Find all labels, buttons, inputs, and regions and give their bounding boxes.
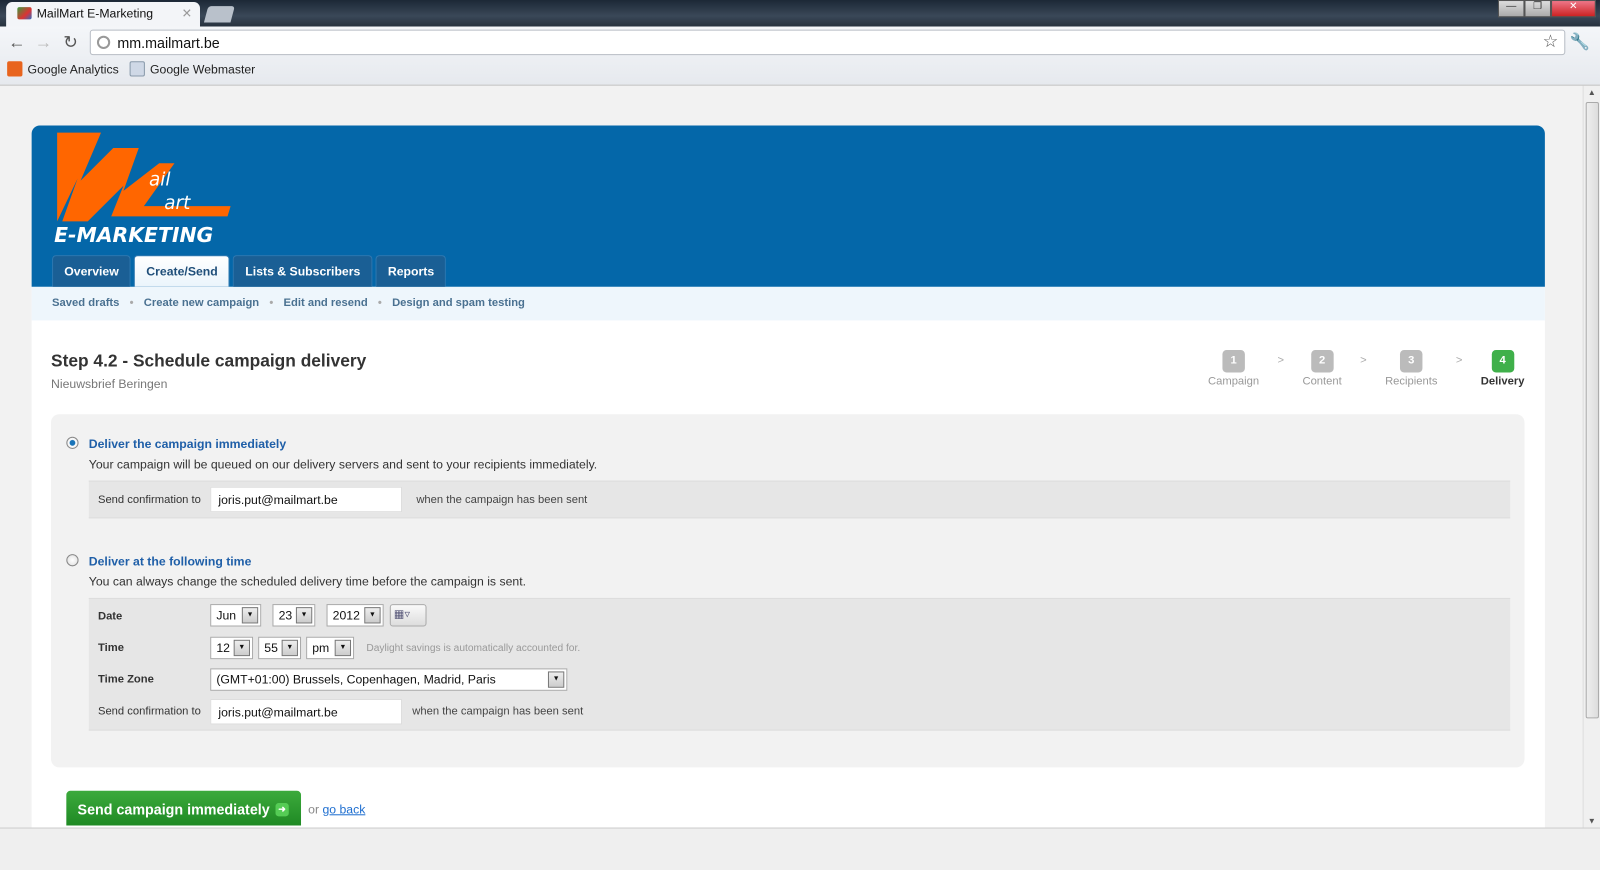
step-arrow: >: [1360, 354, 1367, 367]
tab-overview[interactable]: Overview: [52, 255, 131, 287]
svg-text:E-MARKETING: E-MARKETING: [54, 223, 213, 247]
step-recipients[interactable]: 3 Recipients: [1385, 349, 1437, 388]
subnav-create-new-campaign[interactable]: Create new campaign: [144, 297, 259, 320]
favicon-icon: [17, 7, 32, 20]
deliver-immediately-desc: Your campaign will be queued on our deli…: [88, 457, 598, 472]
subnav-saved-drafts[interactable]: Saved drafts: [52, 297, 119, 320]
subnav-edit-and-resend[interactable]: Edit and resend: [284, 297, 368, 320]
day-select[interactable]: 23 ▼: [272, 604, 316, 627]
main-card: ail art E-MARKETING Overview Create/Send…: [31, 125, 1545, 828]
chevron-down-icon: ▼: [233, 639, 250, 657]
month-select[interactable]: Jun ▼: [210, 604, 262, 627]
header: ail art E-MARKETING Overview Create/Send…: [31, 125, 1545, 287]
forward-icon[interactable]: →: [35, 33, 52, 53]
radio-deliver-scheduled[interactable]: [66, 554, 79, 567]
calendar-picker-icon[interactable]: ▦▿: [389, 604, 427, 627]
sub-navigation: Saved drafts • Create new campaign • Edit …: [31, 286, 1545, 321]
vertical-scrollbar[interactable]: ▲ ▼: [1582, 85, 1600, 828]
arrow-right-icon: ➜: [275, 803, 289, 817]
timezone-select[interactable]: (GMT+01:00) Brussels, Copenhagen, Madrid…: [210, 668, 568, 691]
url-text: mm.mailmart.be: [117, 34, 220, 52]
step-delivery: 4 Delivery: [1481, 349, 1524, 388]
wrench-icon[interactable]: 🔧: [1569, 32, 1589, 52]
confirm-label: Send confirmation to: [97, 493, 201, 507]
back-icon[interactable]: ←: [8, 33, 25, 53]
chevron-down-icon: ▼: [334, 639, 352, 657]
analytics-icon: [7, 61, 23, 77]
confirm-note: when the campaign has been sent: [412, 705, 584, 718]
deliver-scheduled-label[interactable]: Deliver at the following time: [89, 554, 252, 568]
globe-icon: [96, 35, 111, 49]
tab-create-send[interactable]: Create/Send: [134, 255, 231, 287]
step-progress: 1 Campaign > 2 Content > 3 Recipients > 4 De…: [1208, 349, 1524, 388]
deliver-immediately-label[interactable]: Deliver the campaign immediately: [89, 437, 286, 451]
go-back-text: or go back: [308, 802, 366, 817]
mailmart-logo[interactable]: ail art E-MARKETING: [52, 130, 241, 252]
deliver-scheduled-desc: You can always change the scheduled deli…: [88, 574, 527, 589]
campaign-name: Nieuwsbrief Beringen: [51, 376, 168, 391]
chevron-down-icon: ▼: [547, 671, 565, 688]
webmaster-icon: [129, 61, 145, 77]
step-arrow: >: [1277, 354, 1285, 367]
svg-text:ail: ail: [149, 170, 171, 191]
tab-title: MailMart E-Marketing: [36, 6, 154, 21]
delivery-options-panel: Deliver the campaign immediately Your ca…: [51, 414, 1525, 768]
bookmark-label: Google Analytics: [27, 61, 119, 77]
scrollbar-thumb[interactable]: [1585, 102, 1599, 719]
chevron-down-icon: ▼: [364, 607, 381, 624]
timezone-label: Time Zone: [97, 673, 154, 686]
send-campaign-button[interactable]: Send campaign immediately ➜: [66, 790, 302, 826]
new-tab-button[interactable]: [203, 6, 235, 23]
radio-deliver-immediately[interactable]: [66, 436, 79, 449]
browser-tab[interactable]: MailMart E-Marketing ✕: [6, 2, 200, 27]
minimize-button[interactable]: —: [1497, 0, 1525, 18]
close-tab-icon[interactable]: ✕: [182, 6, 192, 20]
close-window-button[interactable]: ✕: [1551, 0, 1596, 18]
page-title: Step 4.2 - Schedule campaign delivery: [51, 351, 367, 371]
address-bar[interactable]: mm.mailmart.be ☆: [89, 29, 1566, 56]
minute-select[interactable]: 55 ▼: [258, 636, 302, 660]
immediate-confirm-row: Send confirmation to joris.put@mailmart.…: [88, 480, 1511, 519]
chevron-down-icon: ▼: [295, 607, 313, 624]
subnav-design-spam-testing[interactable]: Design and spam testing: [392, 297, 525, 320]
scheduled-confirm-email-input[interactable]: joris.put@mailmart.be: [210, 698, 403, 725]
reload-icon[interactable]: ↻: [63, 33, 78, 53]
page-viewport: ail art E-MARKETING Overview Create/Send…: [0, 85, 1583, 828]
confirm-label: Send confirmation to: [97, 705, 201, 718]
date-label: Date: [97, 610, 123, 623]
tab-lists-subscribers[interactable]: Lists & Subscribers: [233, 255, 373, 287]
bookmark-google-webmaster[interactable]: Google Webmaster: [129, 61, 256, 77]
go-back-link[interactable]: go back: [322, 802, 365, 816]
chevron-down-icon: ▼: [241, 607, 259, 624]
step-arrow: >: [1455, 354, 1463, 367]
bookmark-label: Google Webmaster: [149, 61, 256, 77]
immediate-confirm-email-input[interactable]: joris.put@mailmart.be: [210, 486, 403, 513]
dst-hint: Daylight savings is automatically accoun…: [366, 642, 581, 655]
hour-select[interactable]: 12 ▼: [210, 636, 254, 660]
svg-text:art: art: [164, 193, 191, 214]
bookmark-star-icon[interactable]: ☆: [1543, 32, 1559, 52]
confirm-note: when the campaign has been sent: [416, 493, 588, 507]
step-content[interactable]: 2 Content: [1302, 349, 1342, 388]
maximize-button[interactable]: ❐: [1524, 0, 1552, 18]
browser-toolbar: ← → ↻ mm.mailmart.be ☆ 🔧 Google Analytics…: [0, 26, 1600, 86]
bookmark-google-analytics[interactable]: Google Analytics: [7, 61, 119, 77]
tab-reports[interactable]: Reports: [375, 255, 447, 287]
time-label: Time: [97, 641, 124, 655]
schedule-row: Date Jun ▼ 23 ▼ 2012 ▼ ▦▿ Time 12 ▼ 55 ▼ pm ▼ …: [88, 597, 1511, 731]
chevron-down-icon: ▼: [281, 639, 298, 657]
ampm-select[interactable]: pm ▼: [306, 636, 355, 660]
year-select[interactable]: 2012 ▼: [326, 604, 384, 627]
browser-titlebar: MailMart E-Marketing ✕ — ❐ ✕: [0, 0, 1600, 27]
step-campaign[interactable]: 1 Campaign: [1208, 349, 1259, 388]
status-area: [0, 827, 1600, 870]
